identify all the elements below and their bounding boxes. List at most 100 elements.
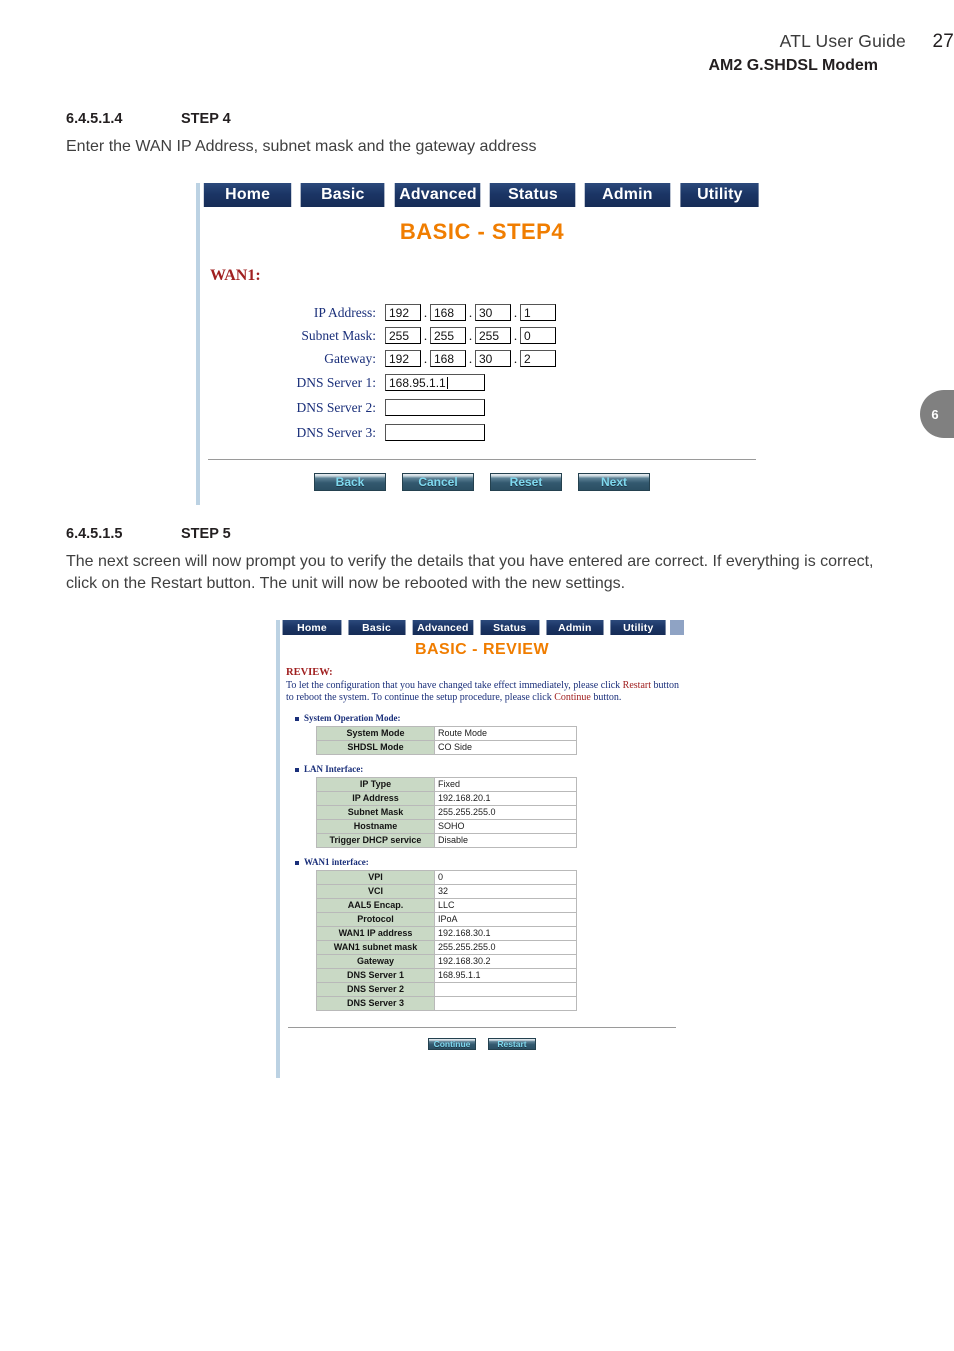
row-value-trigger-dhcp-service: Disable	[434, 833, 577, 848]
row-value-wan1-gateway: 192.168.30.2	[434, 954, 577, 969]
page-header: ATL User Guide 27 AM2 G.SHDSL Modem	[554, 30, 954, 77]
form-row-ip-address: IP Address: 192 . 168 . 30 . 1	[200, 301, 764, 324]
table-row: VPI 0	[316, 870, 577, 885]
section-heading-step5: 6.4.5.1.5 STEP 5	[66, 526, 231, 542]
form-divider	[208, 459, 756, 460]
table-row: AAL5 Encap. LLC	[316, 898, 577, 913]
dns-server-3-input[interactable]	[385, 424, 485, 441]
form-row-subnet-mask: Subnet Mask: 255 . 255 . 255 . 0	[200, 324, 764, 347]
row-value-system-mode: Route Mode	[434, 726, 577, 741]
nav-tab-advanced[interactable]: Advanced	[412, 620, 474, 635]
ip-dot: .	[513, 327, 518, 343]
ip-dot: .	[423, 327, 428, 343]
ip-address-octet-4[interactable]: 1	[520, 304, 556, 321]
nav-tab-status[interactable]: Status	[480, 620, 540, 635]
row-value-aal5-encap: LLC	[434, 898, 577, 913]
row-key-vci: VCI	[316, 884, 435, 899]
restart-button[interactable]: Restart	[488, 1038, 536, 1050]
section-body-step4: Enter the WAN IP Address, subnet mask an…	[66, 138, 537, 155]
page-number: 27	[932, 31, 954, 52]
dns-server-2-input[interactable]	[385, 399, 485, 416]
subnet-mask-octet-1[interactable]: 255	[385, 327, 421, 344]
nav-tab-admin[interactable]: Admin	[585, 183, 671, 207]
ip-address-octet-1[interactable]: 192	[385, 304, 421, 321]
nav-tab-home[interactable]: Home	[282, 620, 342, 635]
screenshot-basic-review: Home Basic Advanced Status Admin Utility…	[276, 620, 684, 1078]
section-title: STEP 4	[181, 111, 231, 127]
nav-tab-basic-label: Basic	[321, 186, 365, 203]
dns-server-1-input[interactable]: 168.95.1.1	[385, 374, 485, 391]
nav-tab-status-label: Status	[493, 621, 527, 634]
section-number: 6.4.5.1.5	[66, 526, 123, 542]
gateway-octet-4[interactable]: 2	[520, 350, 556, 367]
nav-tab-basic[interactable]: Basic	[300, 183, 386, 207]
table-row: Trigger DHCP service Disable	[316, 833, 577, 848]
screenshot-basic-step4: Home Basic Advanced Status Admin Utility…	[196, 183, 764, 505]
row-key-trigger-dhcp-service: Trigger DHCP service	[316, 833, 435, 848]
form-row-gateway: Gateway: 192 . 168 . 30 . 2	[200, 347, 764, 370]
table-row: DNS Server 2	[316, 982, 577, 997]
ip-dot: .	[513, 350, 518, 366]
ip-dot: .	[468, 327, 473, 343]
nav-tab-admin[interactable]: Admin	[546, 620, 604, 635]
row-key-dns-server-1: DNS Server 1	[316, 968, 435, 983]
nav-tab-status[interactable]: Status	[489, 183, 576, 207]
row-key-vpi: VPI	[316, 870, 435, 885]
row-key-shdsl-mode: SHDSL Mode	[316, 740, 435, 755]
nav-tab-home[interactable]: Home	[203, 183, 292, 207]
row-key-hostname: Hostname	[316, 819, 435, 834]
row-key-wan1-subnet-mask: WAN1 subnet mask	[316, 940, 435, 955]
subnet-mask-octet-3[interactable]: 255	[475, 327, 511, 344]
row-key-dns-server-3: DNS Server 3	[316, 996, 435, 1011]
section-title: STEP 5	[181, 526, 231, 542]
row-key-wan1-gateway: Gateway	[316, 954, 435, 969]
review-restart-word: Restart	[622, 680, 651, 691]
nav-tab-utility[interactable]: Utility	[680, 183, 759, 207]
dns-server-1-label: DNS Server 1:	[296, 374, 377, 390]
section-number: 6.4.5.1.4	[66, 111, 123, 127]
wan1-section-label: WAN1:	[210, 267, 261, 284]
nav-tab-basic[interactable]: Basic	[348, 620, 406, 635]
router-navbar-review: Home Basic Advanced Status Admin Utility	[280, 620, 684, 635]
row-key-lan-ip-address: IP Address	[316, 791, 435, 806]
header-guide-line: ATL User Guide 27	[554, 30, 954, 53]
gateway-octet-3[interactable]: 30	[475, 350, 511, 367]
form-row-dns-server-2: DNS Server 2:	[200, 395, 764, 420]
cancel-button[interactable]: Cancel	[402, 473, 474, 491]
chapter-thumb-tab: 6	[920, 390, 954, 438]
nav-tab-utility-label: Utility	[622, 621, 654, 634]
gateway-octet-2[interactable]: 168	[430, 350, 466, 367]
ip-address-octet-2[interactable]: 168	[430, 304, 466, 321]
nav-tab-utility-label: Utility	[696, 186, 743, 203]
table-row: WAN1 IP address 192.168.30.1	[316, 926, 577, 941]
subnet-mask-octet-4[interactable]: 0	[520, 327, 556, 344]
review-text-1: To let the configuration that you have c…	[286, 680, 623, 691]
page-title-review: BASIC - REVIEW	[414, 641, 550, 658]
subnet-mask-octet-2[interactable]: 255	[430, 327, 466, 344]
ip-dot: .	[423, 350, 428, 366]
nav-tab-admin-label: Admin	[602, 186, 654, 203]
reset-button[interactable]: Reset	[490, 473, 562, 491]
nav-tab-advanced[interactable]: Advanced	[394, 183, 481, 207]
router-navbar-step4: Home Basic Advanced Status Admin Utility	[200, 183, 764, 207]
table-row: Hostname SOHO	[316, 819, 577, 834]
nav-tab-utility[interactable]: Utility	[610, 620, 666, 635]
review-heading: REVIEW:	[286, 667, 333, 678]
navbar-tail	[670, 620, 684, 635]
next-button[interactable]: Next	[578, 473, 650, 491]
row-value-dns-server-2	[434, 982, 577, 997]
continue-button[interactable]: Continue	[428, 1038, 476, 1050]
table-row: IP Address 192.168.20.1	[316, 791, 577, 806]
row-key-aal5-encap: AAL5 Encap.	[316, 898, 435, 913]
row-key-dns-server-2: DNS Server 2	[316, 982, 435, 997]
dns-server-3-label: DNS Server 3:	[296, 424, 377, 440]
table-row: Protocol IPoA	[316, 912, 577, 927]
review-text-3: button.	[590, 692, 622, 703]
ip-address-octet-3[interactable]: 30	[475, 304, 511, 321]
table-lan-interface: IP Type Fixed IP Address 192.168.20.1 Su…	[316, 777, 577, 848]
back-button[interactable]: Back	[314, 473, 386, 491]
gateway-octet-1[interactable]: 192	[385, 350, 421, 367]
table-row: SHDSL Mode CO Side	[316, 740, 577, 755]
section-body-step5: The next screen will now prompt you to v…	[66, 553, 874, 592]
table-row: IP Type Fixed	[316, 777, 577, 792]
